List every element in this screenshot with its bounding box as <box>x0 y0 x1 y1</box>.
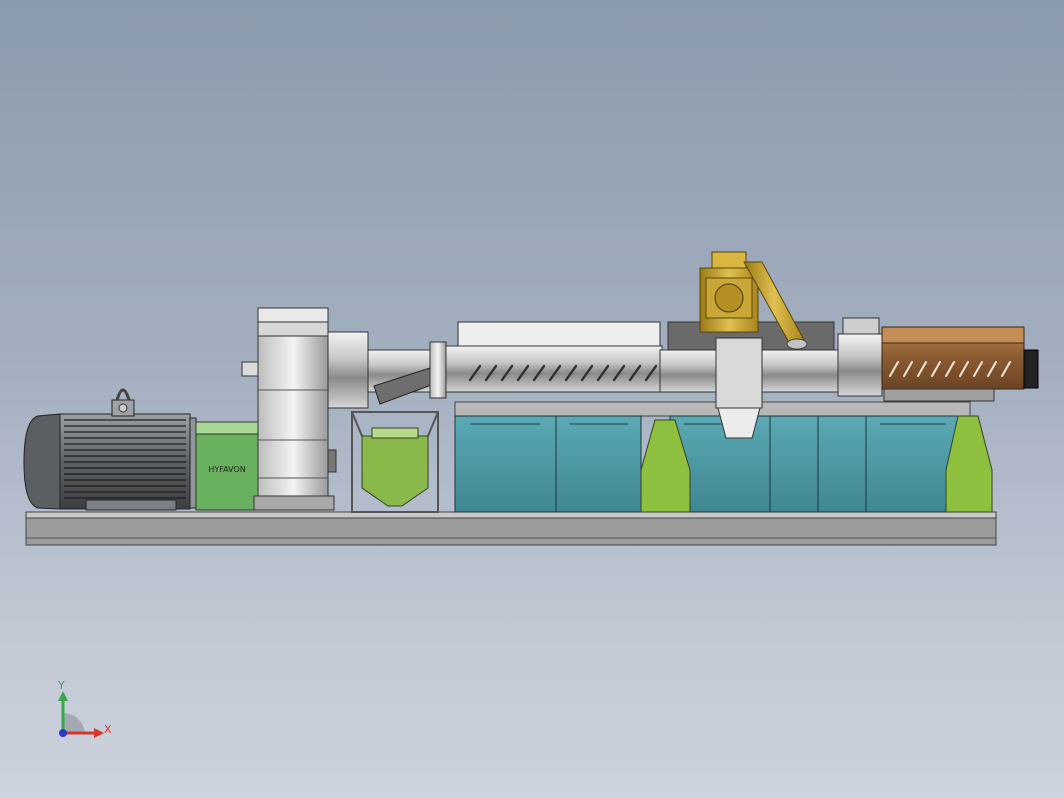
base-frame[interactable] <box>25 511 997 546</box>
feed-hopper[interactable] <box>351 411 439 513</box>
triad-arc <box>63 712 85 733</box>
cad-viewport[interactable]: HYFAVON Y X <box>0 0 1064 798</box>
y-axis-label: Y <box>58 679 65 692</box>
x-axis-label: X <box>104 723 112 736</box>
electric-motor[interactable] <box>23 388 197 511</box>
extruder-barrel[interactable] <box>445 317 883 397</box>
z-axis-dot <box>59 729 67 737</box>
water-tank-bank[interactable] <box>454 401 971 513</box>
gearbox[interactable] <box>241 307 369 511</box>
coupling-guard[interactable]: HYFAVON <box>195 421 259 511</box>
gearbox-brand-label: HYFAVON <box>208 465 245 474</box>
barrel-heater[interactable] <box>881 326 1039 402</box>
extruder-assembly-model[interactable]: HYFAVON <box>0 0 1064 798</box>
axis-triad: Y X <box>50 675 120 745</box>
feed-inlet-chute[interactable] <box>367 341 447 405</box>
